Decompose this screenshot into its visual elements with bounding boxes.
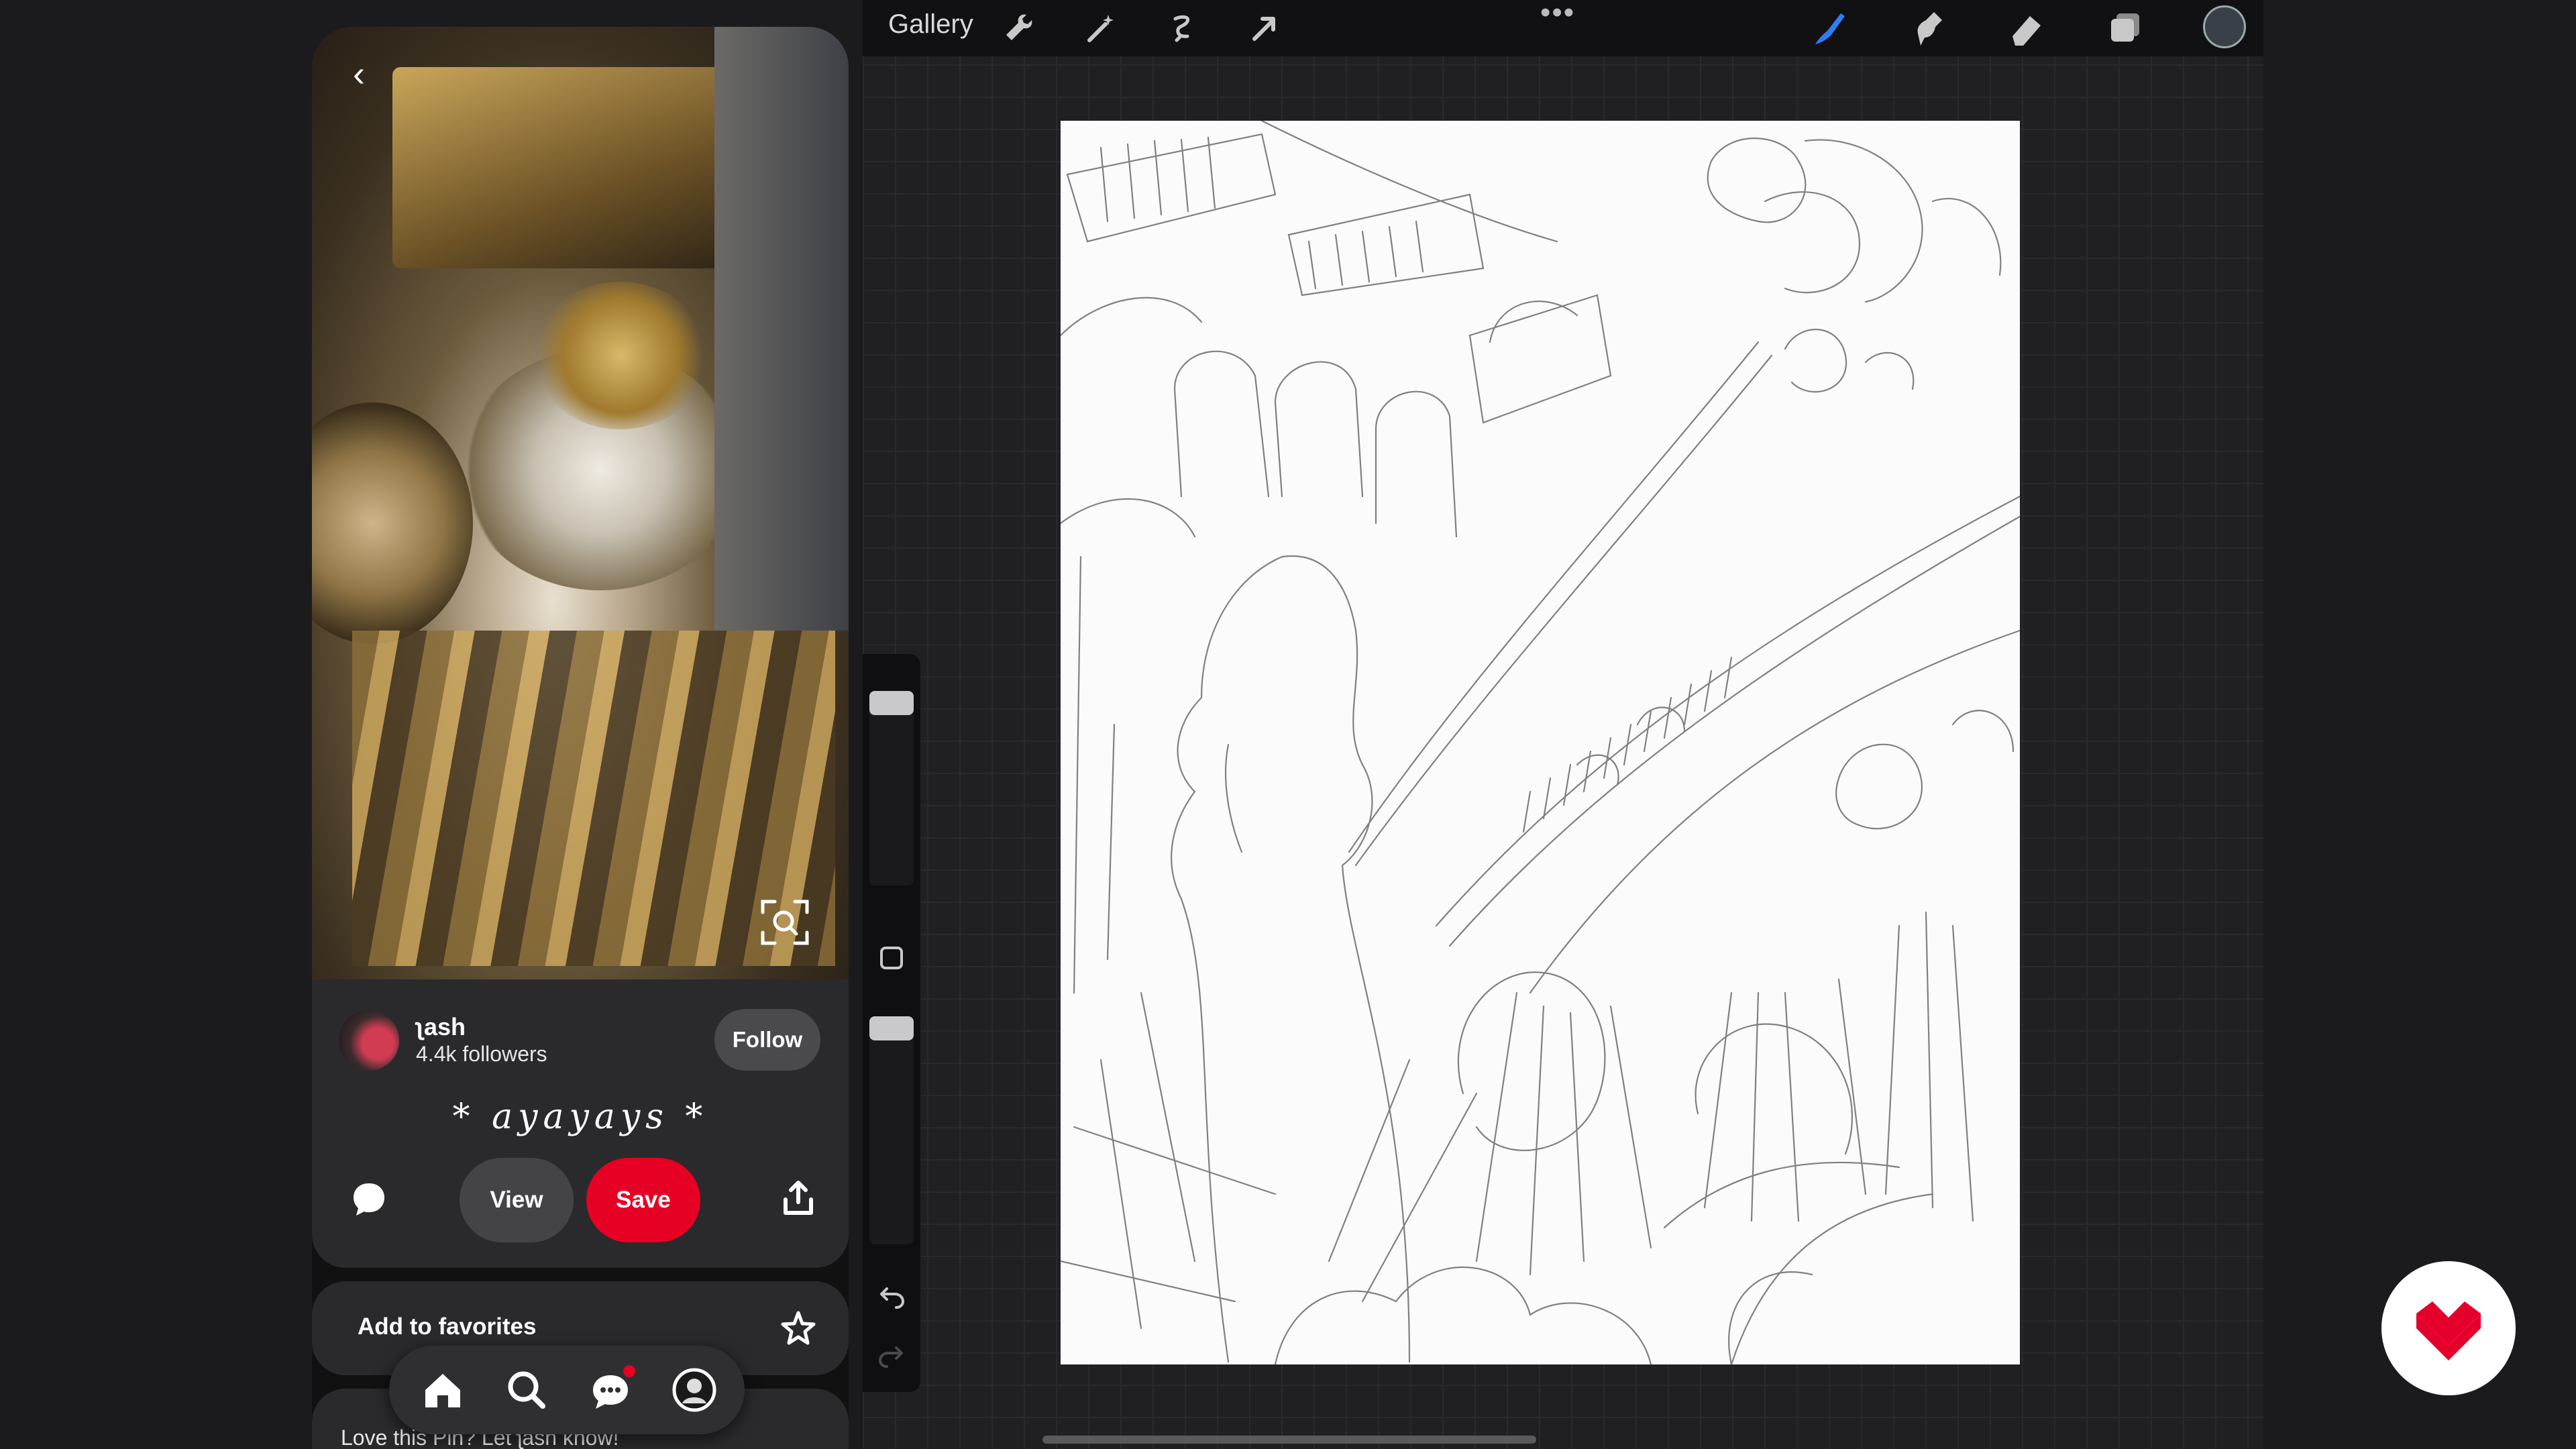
brush-icon[interactable]	[1807, 7, 1850, 50]
magic-wand-icon[interactable]	[1079, 7, 1122, 50]
search-icon[interactable]	[500, 1363, 553, 1417]
brush-size-slider[interactable]	[869, 691, 914, 885]
notification-badge	[623, 1365, 635, 1377]
author-followers: 4.4k followers	[416, 1042, 547, 1066]
share-icon[interactable]	[775, 1175, 822, 1222]
selection-icon[interactable]	[1161, 7, 1203, 50]
favorites-label: Add to favorites	[358, 1313, 537, 1340]
pinterest-panel: ‹ ʅash 4.4k followers Follow * ayayays *…	[312, 27, 849, 1449]
gallery-button[interactable]: Gallery	[888, 9, 973, 40]
brush-size-slider-thumb[interactable]	[869, 691, 914, 715]
procreate-sidebar	[863, 654, 920, 1392]
pin-details-card: ʅash 4.4k followers Follow * ayayays * V…	[312, 979, 849, 1268]
pin-image[interactable]: ‹	[312, 27, 849, 979]
view-button[interactable]: View	[460, 1158, 574, 1242]
redo-icon[interactable]	[875, 1338, 908, 1372]
profile-icon[interactable]	[667, 1363, 721, 1417]
avatar[interactable]	[339, 1010, 399, 1071]
wrench-icon[interactable]	[997, 7, 1040, 50]
bottom-tab-bar	[389, 1346, 745, 1434]
sketch-drawing	[1061, 121, 2020, 1364]
eraser-icon[interactable]	[2004, 7, 2047, 50]
undo-icon[interactable]	[875, 1279, 908, 1313]
opacity-slider[interactable]	[869, 1030, 914, 1244]
domestika-logo	[2381, 1261, 2516, 1395]
drawing-canvas[interactable]	[1061, 121, 2020, 1364]
home-indicator[interactable]	[1042, 1436, 1536, 1444]
follow-button[interactable]: Follow	[714, 1009, 820, 1071]
procreate-toolbar: Gallery •••	[863, 0, 2263, 56]
opacity-slider-thumb[interactable]	[869, 1016, 914, 1040]
smudge-icon[interactable]	[1906, 7, 1949, 50]
pin-title: * ayayays *	[452, 1097, 708, 1137]
star-icon[interactable]	[775, 1305, 822, 1352]
procreate-workspace: Gallery •••	[863, 0, 2263, 1449]
save-button[interactable]: Save	[586, 1158, 700, 1242]
home-icon[interactable]	[416, 1363, 470, 1417]
layers-icon[interactable]	[2103, 7, 2146, 50]
messages-icon[interactable]	[584, 1363, 637, 1417]
square-icon[interactable]	[876, 943, 907, 973]
transform-arrow-icon[interactable]	[1242, 7, 1285, 50]
color-picker-button[interactable]	[2203, 5, 2246, 48]
visual-search-icon[interactable]	[755, 892, 815, 953]
comment-icon[interactable]	[345, 1175, 392, 1222]
more-options-button[interactable]: •••	[1540, 0, 1575, 30]
logo-mark-icon	[2416, 1301, 2481, 1360]
back-icon[interactable]: ‹	[339, 54, 379, 94]
author-name[interactable]: ʅash	[416, 1013, 466, 1041]
